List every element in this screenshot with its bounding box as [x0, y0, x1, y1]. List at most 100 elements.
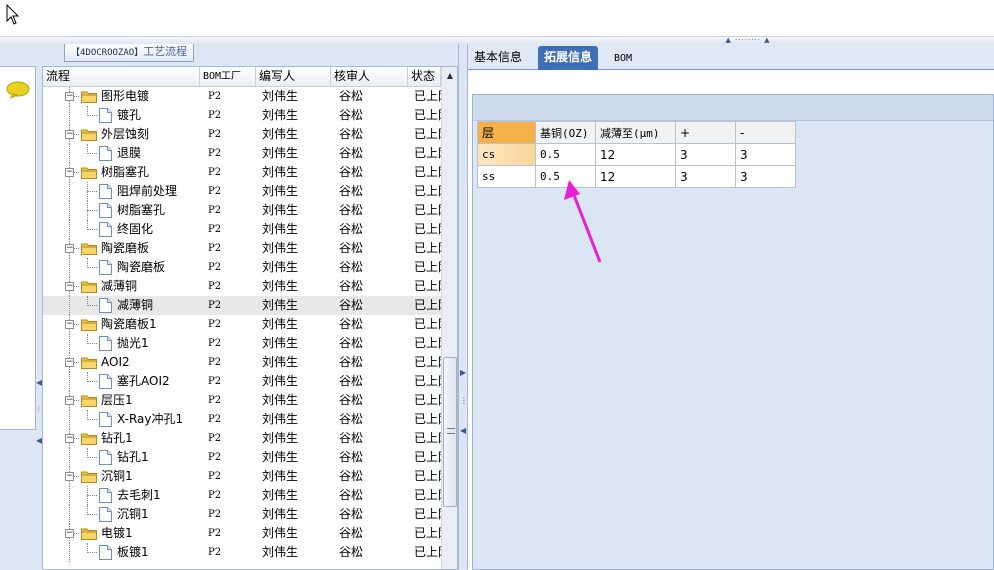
tree-cell-bom-factory: P2 — [208, 528, 222, 539]
grid-header-plus[interactable]: + — [675, 121, 736, 144]
column-header-bom-factory[interactable]: BOM工厂 — [200, 67, 256, 87]
collapse-node-icon[interactable]: − — [65, 320, 74, 329]
tree-cell-reviewer: 谷松 — [339, 260, 364, 274]
tree-cell-writer: 刘伟生 — [262, 412, 299, 426]
tree-row[interactable]: − 沉铜1 P2 刘伟生 谷松 已上网 — [43, 467, 441, 486]
tree-row[interactable]: 退膜 P2 刘伟生 谷松 已上网 — [43, 144, 441, 163]
tree-cell-writer: 刘伟生 — [262, 393, 299, 407]
grid-cell-layer[interactable]: ss — [477, 165, 536, 188]
tree-cell-flow: − 减薄铜 — [43, 277, 200, 296]
tree-cell-writer: 刘伟生 — [262, 89, 299, 103]
tree-row[interactable]: − 减薄铜 P2 刘伟生 谷松 已上网 — [43, 277, 441, 296]
grid-cell-minus[interactable]: 3 — [735, 165, 796, 188]
collapse-node-icon[interactable]: − — [65, 168, 74, 177]
document-icon — [99, 298, 112, 313]
mouse-pointer-icon — [6, 4, 20, 25]
grid-header-layer[interactable]: 层 — [477, 121, 536, 144]
tree-guide-line — [69, 543, 70, 562]
tree-row[interactable]: − 树脂塞孔 P2 刘伟生 谷松 已上网 — [43, 163, 441, 182]
tree-row[interactable]: 板镀1 P2 刘伟生 谷松 已上网 — [43, 543, 441, 562]
tree-cell-bom-factory: P2 — [208, 205, 222, 216]
collapse-node-icon[interactable]: − — [65, 130, 74, 139]
tab-basic-info[interactable]: 基本信息 — [468, 46, 528, 70]
tree-row[interactable]: − 图形电镀 P2 刘伟生 谷松 已上网 — [43, 87, 441, 106]
tree-cell-reviewer: 谷松 — [339, 374, 364, 388]
tree-row[interactable]: 沉铜1 P2 刘伟生 谷松 已上网 — [43, 505, 441, 524]
collapse-node-icon[interactable]: − — [65, 396, 74, 405]
splitter-grip[interactable]: ▲ ········ ▲ — [716, 37, 780, 44]
tree-row[interactable]: 钻孔1 P2 刘伟生 谷松 已上网 — [43, 448, 441, 467]
collapse-node-icon[interactable]: − — [65, 92, 74, 101]
tree-guide-line — [87, 267, 97, 268]
grid-header-base-copper[interactable]: 基铜(OZ) — [535, 121, 596, 144]
column-header-flow[interactable]: 流程 — [43, 67, 200, 87]
top-splitter[interactable] — [0, 36, 994, 44]
grid-cell-layer[interactable]: cs — [477, 143, 536, 166]
grid-cell-thin-to[interactable]: 12 — [595, 143, 676, 166]
tree-cell-flow: 去毛刺1 — [43, 486, 200, 505]
column-header-status[interactable]: 状态 — [408, 67, 441, 87]
tree-cell-reviewer: 谷松 — [339, 184, 364, 198]
tree-cell-status: 已上网 — [414, 507, 441, 521]
collapse-node-icon[interactable]: − — [65, 472, 74, 481]
tree-cell-reviewer: 谷松 — [339, 108, 364, 122]
scrollbar-thumb[interactable] — [443, 357, 457, 507]
tab-bom[interactable]: BOM — [608, 46, 638, 70]
tree-row[interactable]: − 外层蚀刻 P2 刘伟生 谷松 已上网 — [43, 125, 441, 144]
tree-cell-bom-factory: P2 — [208, 224, 222, 235]
tree-row[interactable]: − 电镀1 P2 刘伟生 谷松 已上网 — [43, 524, 441, 543]
tree-cell-flow: − 图形电镀 — [43, 87, 200, 106]
tree-guide-line — [69, 486, 70, 505]
speech-bubble-icon[interactable] — [6, 81, 30, 99]
tree-node-label: 阻焊前处理 — [117, 184, 178, 198]
tree-row[interactable]: 减薄铜 P2 刘伟生 谷松 已上网 — [43, 296, 441, 315]
tree-node-label: 终固化 — [117, 222, 154, 236]
tree-cell-bom-factory: P2 — [208, 281, 222, 292]
tree-row[interactable]: − 钻孔1 P2 刘伟生 谷松 已上网 — [43, 429, 441, 448]
tab-extended-info[interactable]: 拓展信息 — [538, 46, 599, 70]
tree-cell-bom-factory: P2 — [208, 300, 222, 311]
annotation-arrow-icon — [564, 180, 602, 263]
tree-guide-line — [87, 343, 97, 344]
tree-row[interactable]: 树脂塞孔 P2 刘伟生 谷松 已上网 — [43, 201, 441, 220]
collapse-node-icon[interactable]: − — [65, 529, 74, 538]
tree-row[interactable]: 塞孔AOI2 P2 刘伟生 谷松 已上网 — [43, 372, 441, 391]
document-icon — [99, 146, 112, 161]
tree-row[interactable]: − 陶瓷磨板 P2 刘伟生 谷松 已上网 — [43, 239, 441, 258]
tree-cell-flow: 镀孔 — [43, 106, 200, 125]
grid-header-minus[interactable]: - — [735, 121, 796, 144]
grid-cell-minus[interactable]: 3 — [735, 143, 796, 166]
tree-row[interactable]: − AOI2 P2 刘伟生 谷松 已上网 — [43, 353, 441, 372]
grid-cell-base-copper[interactable]: 0.5 — [535, 143, 596, 166]
collapse-node-icon[interactable]: − — [65, 282, 74, 291]
tree-scrollbar[interactable]: ▲ — [441, 67, 457, 569]
collapse-node-icon[interactable]: − — [65, 244, 74, 253]
collapse-left-icon-3[interactable]: ◀ — [460, 426, 466, 435]
tree-node-label: 陶瓷磨板 — [101, 241, 150, 255]
tree-row[interactable]: 陶瓷磨板 P2 刘伟生 谷松 已上网 — [43, 258, 441, 277]
document-icon — [99, 222, 112, 237]
collapse-right-icon[interactable]: ▶ — [460, 368, 466, 377]
tree-row[interactable]: X-Ray冲孔1 P2 刘伟生 谷松 已上网 — [43, 410, 441, 429]
tree-row[interactable]: 阻焊前处理 P2 刘伟生 谷松 已上网 — [43, 182, 441, 201]
tree-row[interactable]: 镀孔 P2 刘伟生 谷松 已上网 — [43, 106, 441, 125]
tree-row[interactable]: 抛光1 P2 刘伟生 谷松 已上网 — [43, 334, 441, 353]
tree-row[interactable]: − 陶瓷磨板1 P2 刘伟生 谷松 已上网 — [43, 315, 441, 334]
grid-cell-plus[interactable]: 3 — [675, 143, 736, 166]
middle-splitter[interactable]: ▶ ⋮ ◀ — [458, 44, 468, 570]
folder-icon — [81, 243, 97, 255]
tab-content: 层 基铜(OZ) 减薄至(μm) + - cs 0.5 12 3 3 ss 0.… — [468, 70, 994, 570]
grid-header-thin-to[interactable]: 减薄至(μm) — [595, 121, 676, 144]
tree-row[interactable]: 去毛刺1 P2 刘伟生 谷松 已上网 — [43, 486, 441, 505]
tree-cell-flow: − 层压1 — [43, 391, 200, 410]
column-header-writer[interactable]: 编写人 — [256, 67, 331, 87]
tree-cell-bom-factory: P2 — [208, 509, 222, 520]
tree-row[interactable]: − 层压1 P2 刘伟生 谷松 已上网 — [43, 391, 441, 410]
collapse-node-icon[interactable]: − — [65, 434, 74, 443]
scroll-up-icon[interactable]: ▲ — [442, 67, 457, 84]
tree-row[interactable]: 终固化 P2 刘伟生 谷松 已上网 — [43, 220, 441, 239]
grid-cell-plus[interactable]: 3 — [675, 165, 736, 188]
tree-guide-line — [69, 220, 70, 239]
column-header-reviewer[interactable]: 核审人 — [331, 67, 408, 87]
collapse-node-icon[interactable]: − — [65, 358, 74, 367]
